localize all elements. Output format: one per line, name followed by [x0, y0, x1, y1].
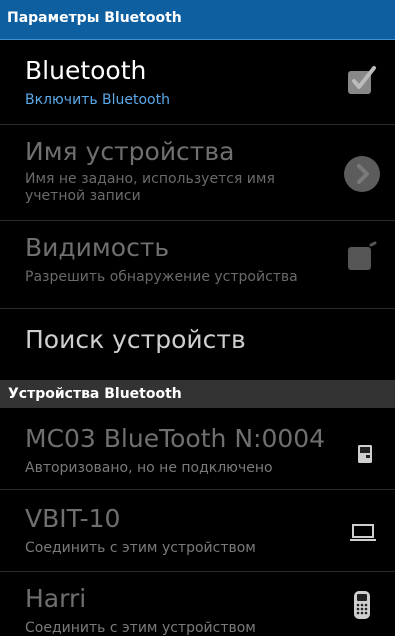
visibility-title: Видимость [25, 233, 170, 262]
laptop-icon [349, 524, 377, 542]
devices-section-header: Устройства Bluetooth [0, 380, 395, 408]
printer-icon [357, 444, 373, 464]
device-status: Авторизовано, но не подключено [25, 460, 273, 476]
visibility-row[interactable]: Видимость Разрешить обнаружение устройст… [0, 221, 395, 309]
visibility-checkbox[interactable] [345, 241, 379, 275]
chevron-right-icon [343, 155, 381, 193]
device-name-subtitle-line1: Имя не задано, используется имя [25, 171, 275, 187]
bluetooth-toggle-row[interactable]: Bluetooth Включить Bluetooth [0, 40, 395, 125]
devices-section-title: Устройства Bluetooth [8, 386, 182, 402]
device-status: Соединить с этим устройством [25, 620, 256, 636]
search-devices-row[interactable]: Поиск устройств [0, 309, 395, 379]
device-name-title: Имя устройства [25, 137, 235, 166]
device-item[interactable]: Harri Соединить с этим устройством [0, 572, 395, 636]
bluetooth-subtitle: Включить Bluetooth [25, 92, 170, 108]
device-name: MC03 BlueTooth N:0004 [25, 424, 326, 453]
device-status: Соединить с этим устройством [25, 540, 256, 556]
device-item[interactable]: VBIT-10 Соединить с этим устройством [0, 490, 395, 572]
device-name: VBIT-10 [25, 504, 121, 533]
search-devices-title: Поиск устройств [25, 325, 246, 354]
device-name-row[interactable]: Имя устройства Имя не задано, использует… [0, 125, 395, 221]
checkbox-unchecked-icon [348, 241, 377, 270]
page-title: Параметры Bluetooth [7, 10, 182, 26]
device-item[interactable]: MC03 BlueTooth N:0004 Авторизовано, но н… [0, 408, 395, 490]
phone-icon [352, 590, 372, 620]
title-bar: Параметры Bluetooth [0, 0, 395, 40]
checkbox-checked-icon [348, 66, 376, 94]
bluetooth-checkbox[interactable] [345, 63, 379, 97]
device-name-subtitle-line2: учетной записи [25, 188, 141, 204]
bluetooth-title: Bluetooth [25, 56, 147, 85]
visibility-subtitle: Разрешить обнаружение устройства [25, 269, 298, 285]
device-name: Harri [25, 584, 87, 613]
